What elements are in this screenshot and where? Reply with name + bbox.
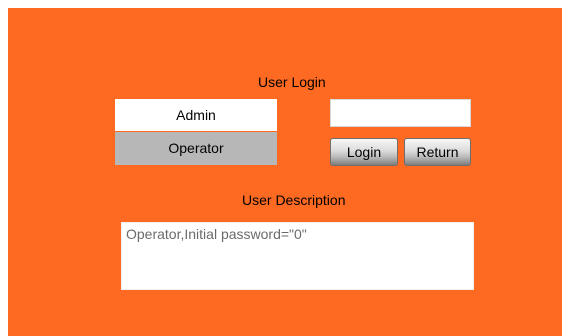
- user-item-operator[interactable]: Operator: [115, 132, 277, 165]
- login-button[interactable]: Login: [330, 138, 398, 166]
- user-login-title: User Login: [258, 74, 326, 90]
- password-input[interactable]: [330, 99, 471, 127]
- user-description-title: User Description: [242, 192, 346, 208]
- return-button[interactable]: Return: [404, 138, 471, 166]
- login-screen: User Login Admin Operator Login Return U…: [8, 8, 562, 336]
- user-item-admin[interactable]: Admin: [115, 99, 277, 131]
- user-description-box: Operator,Initial password="0": [121, 222, 474, 290]
